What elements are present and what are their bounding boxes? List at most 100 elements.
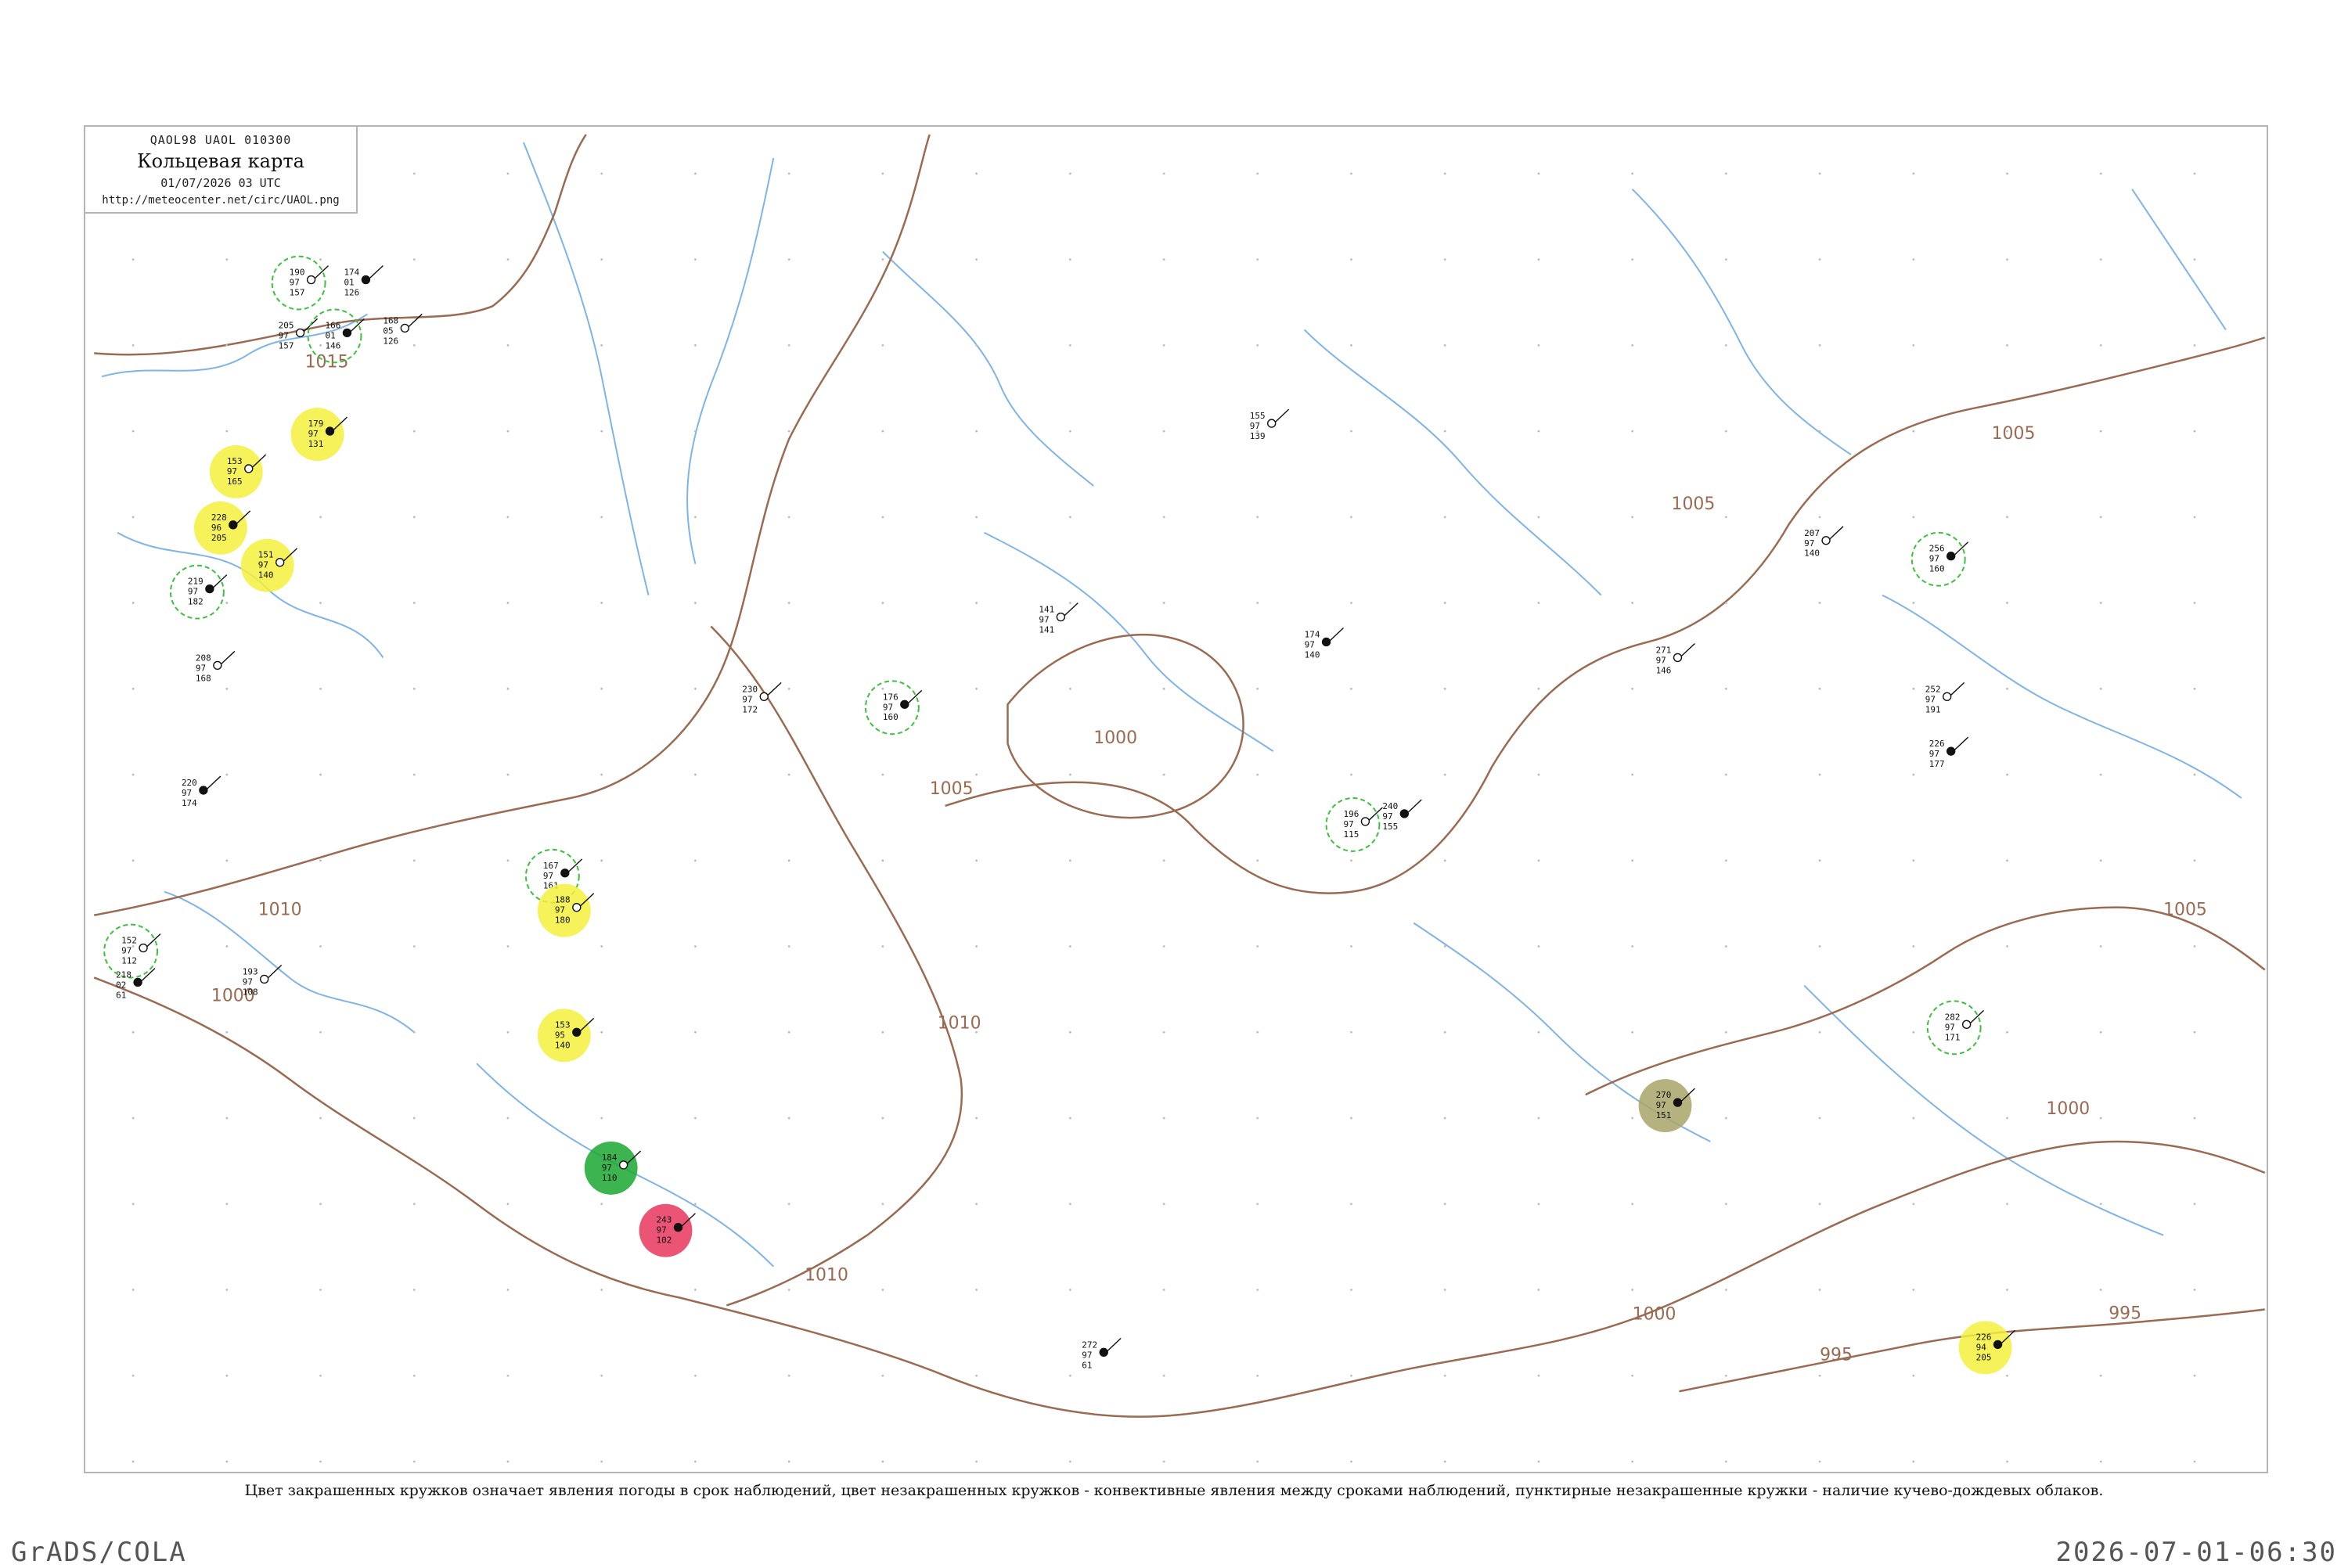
station-pressure: 97	[602, 1163, 612, 1173]
cloud-cover-icon	[1267, 419, 1277, 428]
station-pressure: 97	[1929, 554, 1939, 564]
grid-dot	[1724, 258, 1727, 261]
grid-dot	[1724, 859, 1727, 862]
station-pressure: 97	[1656, 1100, 1666, 1110]
grid-dot	[2099, 516, 2102, 519]
grid-dot	[506, 1117, 510, 1120]
station-plot: 2180261	[116, 967, 156, 1000]
grid-dot	[225, 1203, 229, 1206]
station-pressure: 95	[555, 1030, 565, 1040]
grid-dot	[975, 258, 978, 261]
legend-url[interactable]: http://meteocenter.net/circ/UAOL.png	[85, 194, 356, 207]
station-temperature: 282	[1945, 1012, 1961, 1022]
grid-dot	[694, 602, 697, 604]
station-plot: 24097155	[1382, 799, 1422, 832]
grid-dot	[1537, 172, 1540, 175]
grid-dot	[975, 773, 978, 776]
grid-dot	[694, 343, 697, 347]
grid-dot	[787, 602, 790, 604]
grid-dot	[225, 1030, 229, 1034]
isobar-label: 1005	[2163, 901, 2207, 920]
grid-dot	[1068, 516, 1071, 519]
station-pressure: 97	[1929, 749, 1939, 759]
grid-dot	[131, 859, 135, 862]
station-temperature: 190	[290, 268, 305, 278]
grid-dot	[2006, 430, 2008, 433]
station-plot: 20797140	[1804, 526, 1844, 559]
grid-dot	[600, 1374, 603, 1377]
station-temperature: 176	[883, 692, 899, 702]
grid-dot	[1537, 1117, 1540, 1120]
grid-dot	[2193, 343, 2196, 347]
grid-dot	[1068, 430, 1071, 433]
station-plot: 15597139	[1250, 408, 1290, 441]
grid-dot	[600, 773, 603, 776]
cloud-cover-icon	[673, 1223, 683, 1232]
cloud-cover-icon	[295, 328, 305, 338]
isobar-label: 1005	[1672, 494, 1716, 514]
station-temperature: 219	[188, 577, 203, 587]
station-pressure: 97	[1925, 694, 1936, 704]
grid-dot	[975, 516, 978, 519]
grid-dot	[319, 602, 322, 604]
station-pressure: 05	[383, 325, 393, 336]
grid-dot	[1631, 1374, 1634, 1377]
grid-dot	[506, 1030, 510, 1034]
grid-dot	[975, 687, 978, 690]
cloud-cover-icon	[205, 584, 214, 594]
cloud-cover-icon	[306, 275, 316, 285]
grid-dot	[412, 1203, 416, 1206]
station-temperature: 174	[1305, 629, 1320, 639]
grid-dot	[1537, 1289, 1540, 1291]
station-plot: 21997182	[169, 564, 228, 620]
grid-dot	[881, 687, 884, 690]
grid-dot	[1818, 516, 1821, 519]
grid-dot	[1350, 602, 1352, 604]
grid-dot	[1537, 945, 1540, 948]
wind-barb-icon	[141, 967, 156, 981]
grid-dot	[1350, 1117, 1352, 1120]
grid-dot	[225, 859, 229, 862]
station-dewpoint: 61	[1082, 1360, 1092, 1370]
station-dewpoint: 140	[258, 570, 274, 581]
grid-dot	[1443, 1289, 1446, 1291]
grid-dot	[1162, 945, 1165, 948]
station-temperature: 205	[279, 320, 294, 330]
grid-dot	[2006, 602, 2008, 604]
grid-dot	[319, 773, 322, 776]
isobar-1000	[93, 976, 2266, 1418]
station-pressure: 97	[1382, 811, 1392, 822]
grid-dot	[1162, 172, 1165, 175]
grid-dot	[975, 1374, 978, 1377]
grid-dot	[2099, 1203, 2102, 1206]
grid-dot	[694, 1289, 697, 1291]
station-temperature: 184	[602, 1153, 618, 1163]
grid-dot	[1350, 1030, 1352, 1034]
grid-dot	[1912, 1374, 1915, 1377]
station-plot: 17997131	[290, 408, 348, 462]
grid-dot	[412, 687, 416, 690]
station-plot: 16805126	[383, 313, 423, 346]
grid-dot	[1443, 516, 1446, 519]
station-pressure: 97	[188, 587, 198, 597]
wind-barb-icon	[1107, 1337, 1122, 1351]
grid-dot	[412, 258, 416, 261]
station-temperature: 272	[1082, 1340, 1097, 1350]
grid-dot	[319, 1374, 322, 1377]
grid-dot	[694, 687, 697, 690]
grid-dot	[881, 172, 884, 175]
grid-dot	[881, 859, 884, 862]
grid-dot	[787, 516, 790, 519]
grid-dot	[131, 1030, 135, 1034]
grid-dot	[975, 945, 978, 948]
station-dewpoint: 155	[1382, 822, 1398, 832]
grid-dot	[2099, 773, 2102, 776]
cloud-cover-icon	[213, 660, 222, 671]
wind-barb-icon	[1970, 1009, 1985, 1023]
station-plot: 22697177	[1929, 736, 1969, 769]
grid-dot	[1256, 1374, 1259, 1377]
grid-dot	[975, 1117, 978, 1120]
grid-dot	[2099, 602, 2102, 604]
grid-dot	[881, 1117, 884, 1120]
grid-dot	[787, 773, 790, 776]
